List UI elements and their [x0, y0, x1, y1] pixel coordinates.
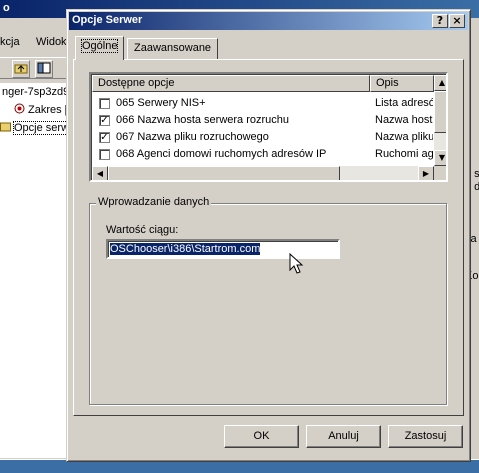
tab-label: Zaawansowane [134, 42, 212, 54]
data-entry-group-label: Wprowadzanie danych [96, 196, 212, 208]
column-header-description[interactable]: Opis [370, 75, 434, 92]
option-checkbox[interactable]: ✓ [99, 115, 110, 126]
horizontal-scrollbar[interactable]: ◀ ▶ [92, 166, 434, 180]
ok-button[interactable]: OK [224, 425, 299, 448]
horizontal-scroll-thumb[interactable] [108, 166, 340, 180]
vertical-scroll-thumb[interactable] [434, 91, 446, 133]
scrollbar-corner [434, 166, 446, 180]
tree-item-server[interactable]: nger-7sp3zd9 [2, 84, 68, 100]
scroll-left-icon[interactable]: ◀ [92, 166, 108, 180]
scroll-down-icon[interactable]: ▼ [434, 150, 446, 166]
column-header-available-options[interactable]: Dostępne opcje [92, 75, 370, 92]
help-button[interactable]: ? [432, 14, 448, 28]
tree-item-scope[interactable]: Zakres [19 [14, 102, 67, 118]
console-tree: nger-7sp3zd9 Zakres [19 Opcje serw [0, 83, 68, 458]
data-entry-group: Wprowadzanie danych Wartość ciągu: OSCho… [89, 196, 447, 405]
scope-icon [14, 103, 25, 114]
option-description: Ruchomi ag [375, 148, 433, 160]
option-row[interactable]: ✓ 066 Nazwa hosta serwera rozruchu Nazwa… [92, 112, 434, 129]
option-description: Nazwa host [375, 114, 433, 126]
vertical-scrollbar[interactable]: ▲ ▼ [434, 75, 446, 166]
option-name: 068 Agenci domowi ruchomych adresów IP [116, 148, 327, 160]
apply-button[interactable]: Zastosuj [388, 425, 463, 448]
tree-item-label: Opcje serw [12, 121, 68, 135]
text-cursor-icon [289, 253, 304, 274]
option-description: Lista adresó [375, 97, 433, 109]
up-folder-icon[interactable] [12, 60, 30, 78]
scroll-right-icon[interactable]: ▶ [418, 166, 434, 180]
option-description: Nazwa pliku [375, 131, 433, 143]
dialog-titlebar[interactable]: Opcje Serwer ? × [69, 12, 468, 30]
server-options-icon [0, 121, 11, 132]
background-menubar: kcja Widok [0, 33, 70, 53]
list-header: Dostępne opcje Opis [92, 75, 434, 92]
tab-general[interactable]: Ogólne [75, 36, 125, 60]
cancel-button[interactable]: Anuluj [306, 425, 381, 448]
tree-item-label: nger-7sp3zd9 [2, 86, 68, 98]
string-value-label: Wartość ciągu: [106, 224, 179, 236]
option-name: 066 Nazwa hosta serwera rozruchu [116, 114, 290, 126]
option-row[interactable]: 065 Serwery NIS+ Lista adresó [92, 95, 434, 112]
option-row[interactable]: 068 Agenci domowi ruchomych adresów IP R… [92, 146, 434, 163]
show-hide-tree-icon[interactable] [35, 60, 53, 78]
option-checkbox[interactable] [99, 149, 110, 160]
option-name: 067 Nazwa pliku rozruchowego [116, 131, 269, 143]
option-checkbox[interactable] [99, 98, 110, 109]
tree-item-server-options[interactable]: Opcje serw [0, 120, 68, 136]
menu-action[interactable]: kcja [0, 36, 20, 48]
menu-view[interactable]: Widok [36, 36, 67, 48]
tab-advanced[interactable]: Zaawansowane [127, 38, 219, 59]
option-name: 065 Serwery NIS+ [116, 97, 206, 109]
close-button[interactable]: × [449, 14, 465, 28]
scroll-up-icon[interactable]: ▲ [434, 75, 446, 91]
background-window-title: o [3, 2, 10, 14]
server-options-dialog: Opcje Serwer ? × Ogólne Zaawansowane Dos… [66, 9, 471, 462]
tree-item-label: Zakres [19 [28, 104, 67, 116]
tab-label: Ogólne [80, 39, 119, 53]
available-options-list[interactable]: Dostępne opcje Opis 065 Serwery NIS+ Lis… [89, 72, 448, 182]
dialog-title: Opcje Serwer [72, 14, 143, 26]
string-value-text: OSChooser\i386\Startrom.com [110, 243, 261, 255]
option-checkbox[interactable]: ✓ [99, 132, 110, 143]
background-toolbar [0, 57, 70, 79]
option-row[interactable]: ✓ 067 Nazwa pliku rozruchowego Nazwa pli… [92, 129, 434, 146]
